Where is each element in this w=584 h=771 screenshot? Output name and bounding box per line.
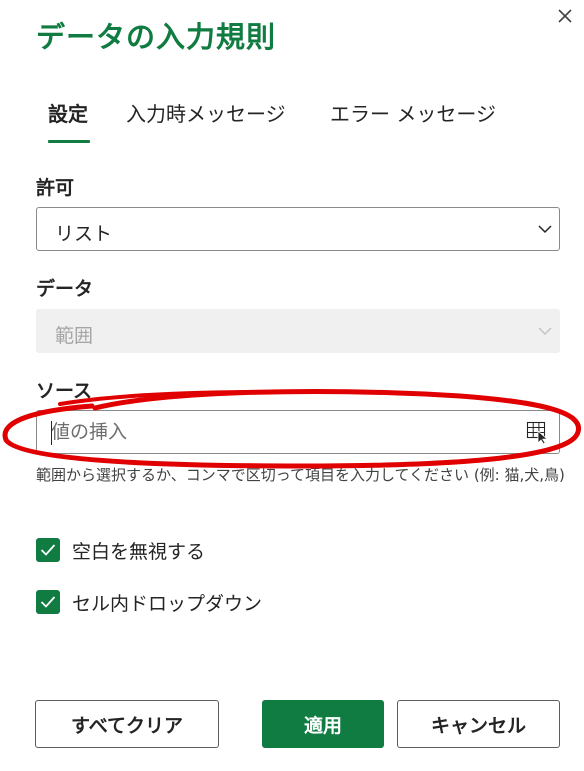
allow-select[interactable]: リスト	[36, 207, 560, 251]
checkmark-icon	[40, 596, 56, 608]
data-select: 範囲	[36, 309, 560, 353]
source-input[interactable]	[51, 419, 501, 445]
source-hint: 範囲から選択するか、コンマで区切って項目を入力してください (例: 猫,犬,鳥)	[36, 466, 565, 484]
data-select-value: 範囲	[55, 325, 94, 347]
ignore-blank-label: 空白を無視する	[72, 541, 206, 563]
cancel-button[interactable]: キャンセル	[397, 700, 560, 748]
chevron-down-icon	[538, 225, 552, 234]
checkmark-icon	[40, 544, 56, 556]
allow-select-value: リスト	[55, 223, 113, 245]
in-cell-dropdown-checkbox[interactable]	[36, 590, 60, 614]
close-icon[interactable]	[553, 4, 577, 28]
in-cell-dropdown-label: セル内ドロップダウン	[72, 593, 263, 615]
tab-error-message[interactable]: エラー メッセージ	[330, 98, 496, 127]
active-tab-indicator	[48, 140, 90, 143]
text-caret	[51, 421, 52, 445]
apply-button[interactable]: 適用	[262, 700, 384, 748]
clear-all-button[interactable]: すべてクリア	[35, 700, 219, 748]
chevron-down-icon	[538, 327, 552, 336]
allow-label: 許可	[36, 177, 75, 199]
tab-input-message[interactable]: 入力時メッセージ	[126, 98, 286, 127]
data-label: データ	[36, 278, 94, 300]
dialog-title: データの入力規則	[36, 20, 277, 54]
source-label: ソース	[36, 380, 93, 402]
source-field[interactable]	[36, 410, 560, 454]
ignore-blank-checkbox[interactable]	[36, 538, 60, 562]
tab-settings[interactable]: 設定	[48, 98, 88, 127]
range-select-icon[interactable]	[525, 420, 549, 444]
